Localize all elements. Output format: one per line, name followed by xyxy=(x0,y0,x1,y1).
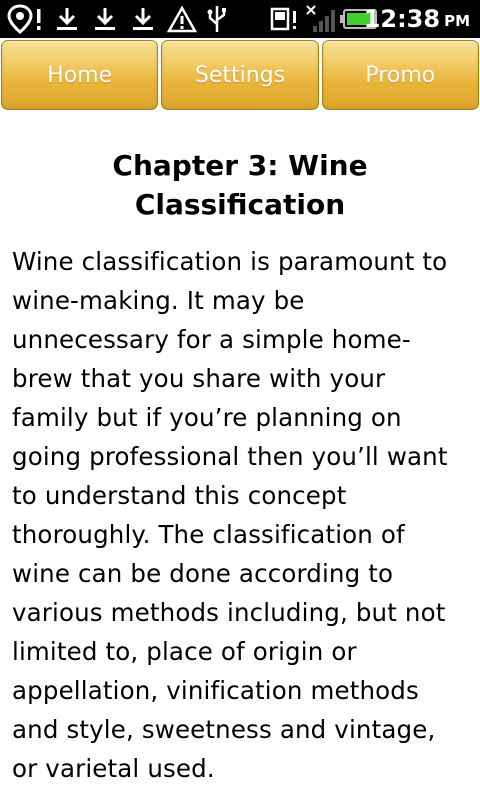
top-nav-bar: Home Settings Promo xyxy=(0,38,480,113)
promo-button[interactable]: Promo xyxy=(321,40,479,110)
warning-icon xyxy=(166,3,198,35)
download-icon xyxy=(128,3,158,35)
settings-button[interactable]: Settings xyxy=(161,40,319,110)
clock-ampm: PM xyxy=(444,12,470,30)
usb-icon xyxy=(204,3,230,35)
download-icon xyxy=(52,3,82,35)
home-button[interactable]: Home xyxy=(1,40,159,110)
location-alert-icon xyxy=(6,3,46,35)
chapter-title: Chapter 3: Wine Classification xyxy=(112,149,368,221)
no-signal-icon xyxy=(305,3,337,35)
clock: 12:38 PM xyxy=(364,0,470,38)
sd-card-alert-icon xyxy=(270,3,300,35)
status-bar: 12:38 PM xyxy=(0,0,480,38)
article-content[interactable]: Chapter 3: Wine Classification Wine clas… xyxy=(0,113,480,800)
article-body: Wine classification is paramount to wine… xyxy=(12,247,448,783)
clock-time: 12:38 xyxy=(363,5,441,33)
download-icon xyxy=(90,3,120,35)
